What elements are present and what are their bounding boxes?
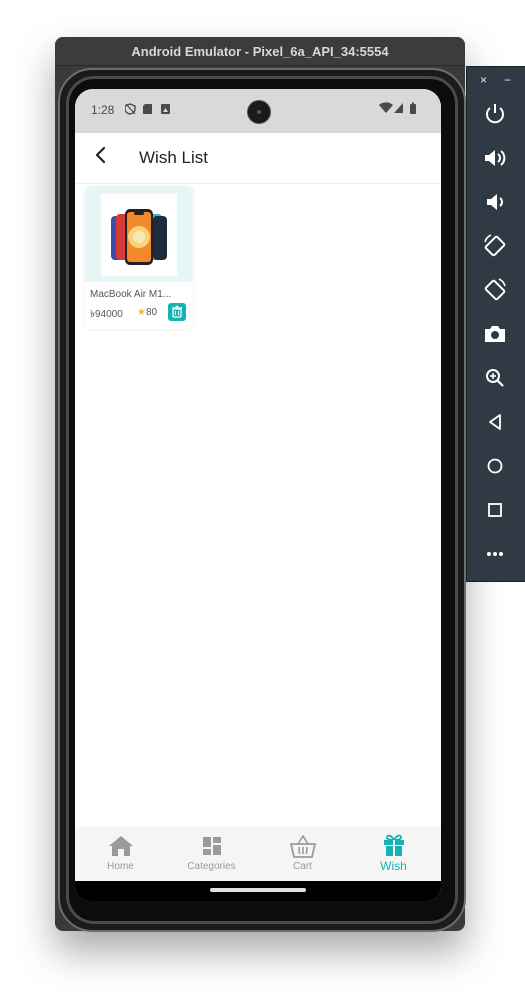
product-image — [101, 194, 177, 276]
status-system-icons — [379, 102, 419, 117]
volume-down-icon — [487, 194, 503, 210]
volume-up-button[interactable] — [481, 144, 509, 172]
rotate-right-icon — [484, 278, 506, 301]
status-notification-icons — [124, 103, 181, 118]
rotate-left-icon — [484, 234, 506, 257]
power-icon — [486, 104, 504, 124]
iphone-image — [111, 209, 167, 265]
more-icon — [487, 552, 503, 556]
back-button[interactable] — [89, 145, 113, 171]
zoom-icon — [486, 369, 504, 387]
cart-icon — [289, 834, 316, 858]
home-nav-button[interactable] — [481, 452, 509, 480]
volume-up-icon — [485, 150, 506, 166]
app-bar: Wish List — [75, 133, 441, 184]
nav-label-wish: Wish — [380, 859, 407, 873]
home-circle-icon — [487, 458, 503, 474]
rotate-right-button[interactable] — [481, 276, 509, 304]
nav-label-cart: Cart — [293, 861, 312, 872]
trash-icon — [172, 305, 182, 318]
gesture-navigation-area — [75, 881, 441, 901]
product-price: ৳94000 — [90, 309, 123, 320]
categories-icon — [202, 837, 221, 855]
nav-label-categories: Categories — [187, 861, 236, 872]
star-icon: ★ — [137, 307, 146, 318]
toolbar-close-button[interactable]: × — [480, 73, 487, 87]
status-time: 1:28 — [91, 103, 115, 117]
emulator-title: Android Emulator - Pixel_6a_API_34:5554 — [55, 37, 465, 66]
rotate-left-button[interactable] — [481, 232, 509, 260]
remove-from-wishlist-button[interactable] — [168, 303, 186, 321]
nav-item-categories[interactable]: Categories — [166, 827, 257, 881]
status-bar: 1:28 — [75, 89, 441, 133]
camera-icon — [485, 326, 505, 342]
front-camera — [247, 100, 271, 124]
nav-item-wish[interactable]: Wish — [348, 827, 439, 881]
toolbar-minimize-button[interactable]: − — [504, 73, 511, 87]
notification-icons — [124, 103, 170, 115]
back-arrow-icon — [95, 146, 106, 164]
nav-item-cart[interactable]: Cart — [257, 827, 348, 881]
gesture-handle[interactable] — [210, 888, 306, 892]
zoom-button[interactable] — [481, 364, 509, 392]
screenshot-button[interactable] — [481, 320, 509, 348]
bottom-navigation: Home Categories Cart Wish — [75, 827, 441, 881]
more-button[interactable] — [481, 540, 509, 568]
product-image-container — [85, 186, 193, 282]
product-rating: ★80 — [137, 307, 157, 318]
back-nav-button[interactable] — [481, 408, 509, 436]
volume-down-button[interactable] — [481, 188, 509, 216]
rating-value: 80 — [145, 307, 158, 318]
nav-item-home[interactable]: Home — [75, 827, 166, 881]
wishlist-product-card[interactable]: MacBook Air M1... ৳94000 ★80 — [85, 186, 193, 329]
wifi-signal-battery-icons — [379, 102, 416, 114]
back-icon — [489, 414, 501, 430]
product-title: MacBook Air M1... — [90, 289, 172, 300]
overview-button[interactable] — [481, 496, 509, 524]
nav-label-home: Home — [107, 861, 134, 872]
home-icon — [108, 836, 133, 856]
emulator-side-toolbar: × − — [466, 66, 525, 582]
overview-icon — [488, 503, 502, 517]
power-button[interactable] — [481, 100, 509, 128]
page-title: Wish List — [139, 148, 208, 167]
device-screen: 1:28 Wish List MacBook Air M1... ৳94000 … — [75, 89, 441, 901]
gift-icon — [383, 834, 404, 856]
